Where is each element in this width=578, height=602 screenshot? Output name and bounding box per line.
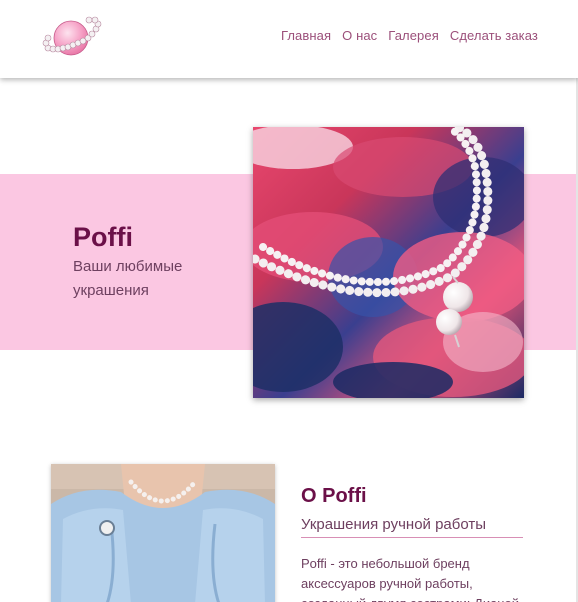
hero-photo-art — [253, 127, 524, 398]
about-subtitle: Украшения ручной работы — [301, 516, 523, 538]
person-wearing-pearl-necklace-photo — [51, 464, 275, 602]
nav-link-order[interactable]: Сделать заказ — [450, 28, 538, 43]
about-title: О Poffi — [301, 485, 367, 507]
about-description: Poffi - это небольшой бренд аксессуаров … — [301, 556, 519, 602]
main-nav: Главная О нас Галерея Сделать заказ — [281, 28, 538, 43]
nav-link-about[interactable]: О нас — [342, 28, 377, 43]
hero-subtitle: Ваши любимые украшения — [73, 258, 183, 299]
nav-link-gallery[interactable]: Галерея — [388, 28, 439, 43]
nav-link-home[interactable]: Главная — [281, 28, 331, 43]
hero-title: Poffi — [73, 222, 133, 252]
pearl-planet-logo-icon[interactable] — [42, 14, 102, 62]
about-photo-art — [51, 464, 275, 602]
pearl-bracelet-on-clouds-photo — [253, 127, 524, 398]
site-header: Главная О нас Галерея Сделать заказ — [0, 0, 578, 78]
